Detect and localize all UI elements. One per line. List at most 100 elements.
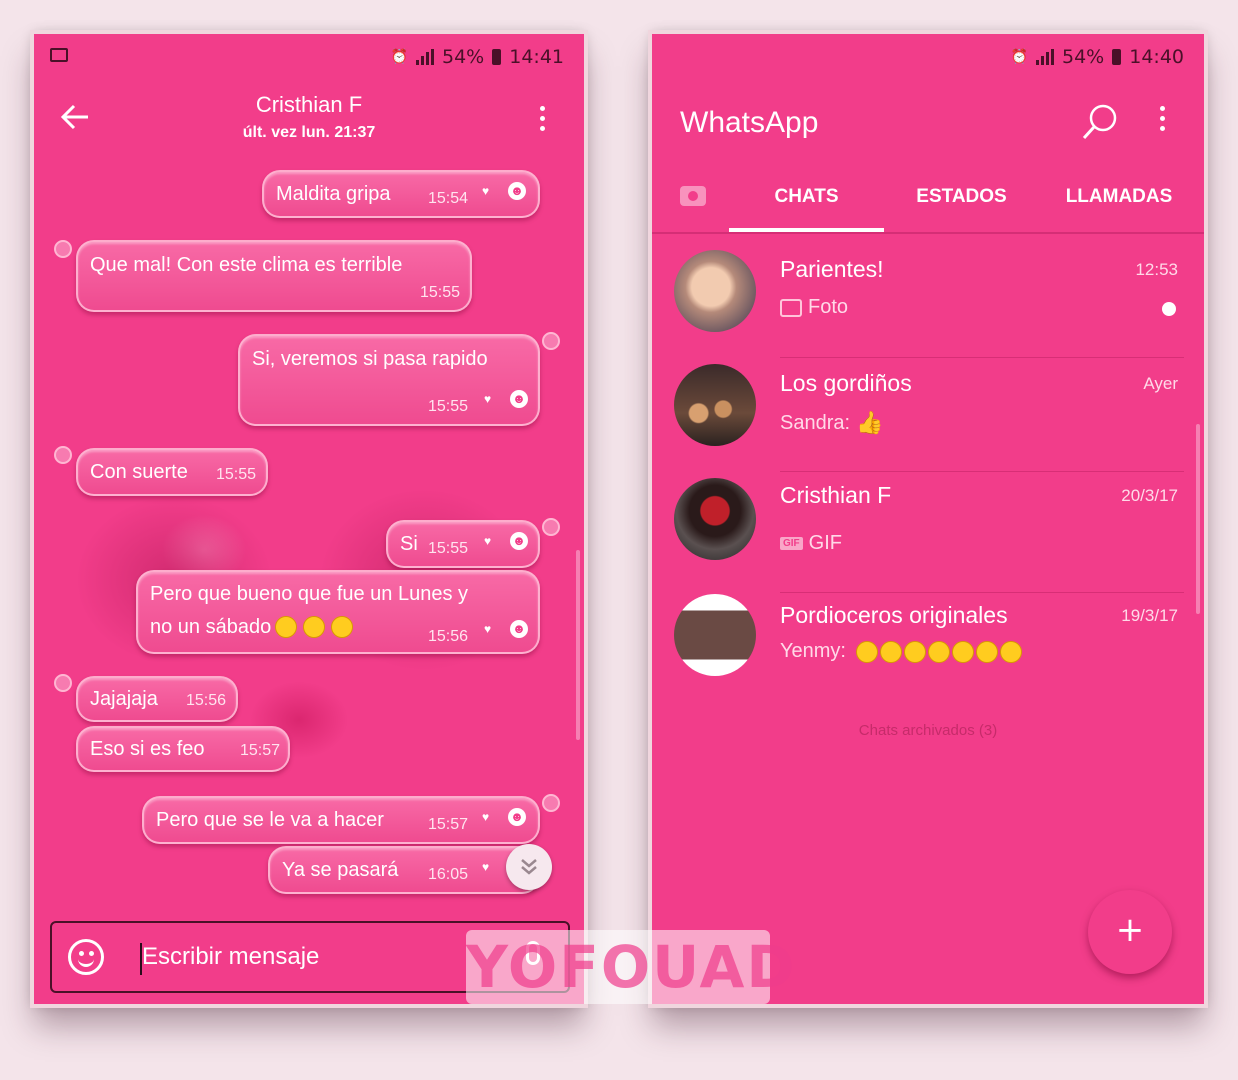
gif-icon: GIF (780, 537, 803, 550)
bubble-tail-dot (54, 240, 72, 258)
tab-estados[interactable]: ESTADOS (884, 186, 1039, 208)
last-seen: últ. vez lun. 21:37 (242, 124, 376, 141)
bubble-tail-dot (54, 674, 72, 692)
message-bubble-in[interactable]: Eso si es feo 15:57 (76, 726, 290, 772)
message-time: 15:56 (186, 692, 227, 709)
chat-time: 20/3/17 (1121, 486, 1178, 505)
signal-icon (1036, 49, 1054, 65)
status-bar: ⏰ 54% 14:41 (34, 34, 584, 80)
more-options-icon[interactable] (1160, 106, 1166, 131)
message-text: Que mal! Con este clima es terrible (90, 254, 403, 276)
rofl-emoji-icon (951, 640, 974, 663)
chat-preview: Foto (780, 296, 848, 319)
message-bubble-out[interactable]: Pero que bueno que fue un Lunes y no un … (136, 570, 540, 654)
message-time: 16:05 (428, 866, 469, 883)
battery-percent: 54% (442, 46, 485, 68)
archived-chats-link[interactable]: Chats archivados (3) (652, 722, 1204, 739)
chat-list-item[interactable]: Pordioceros originales 19/3/17 Yenmy: (652, 594, 1204, 706)
bubble-tail-dot (542, 794, 560, 812)
grin-emoji-icon (903, 640, 926, 663)
message-bubble-in[interactable]: Que mal! Con este clima es terrible 15:5… (76, 240, 472, 312)
message-bubble-out[interactable]: Maldita gripa 15:54 ♥ ☻ (262, 170, 540, 218)
grin-emoji-icon (855, 640, 878, 663)
battery-icon (1112, 49, 1122, 65)
bubble-tail-dot (542, 518, 560, 536)
tab-chats[interactable]: CHATS (729, 186, 884, 208)
divider (652, 232, 1204, 234)
smiley-icon: ☻ (508, 182, 526, 200)
divider (780, 357, 1184, 358)
status-time: 14:41 (509, 46, 564, 68)
chat-name: Cristhian F (780, 482, 892, 508)
battery-icon (492, 49, 502, 65)
grin-emoji-icon (879, 640, 902, 663)
tab-llamadas[interactable]: LLAMADAS (1039, 186, 1199, 208)
chat-screen: ⏰ 54% 14:41 Cristhian F últ. vez lun. 21… (34, 34, 584, 1004)
laughing-emoji-icon (303, 616, 326, 638)
message-bubble-out[interactable]: Ya se pasará 16:05 ♥ (268, 846, 540, 894)
chat-time: 12:53 (1135, 260, 1178, 279)
contact-name[interactable]: Cristhian F (34, 92, 584, 118)
chat-list-screen: ⏰ 54% 14:40 WhatsApp CHATS ESTADOS LLAMA… (652, 34, 1204, 1004)
scrollbar[interactable] (1196, 424, 1200, 614)
message-bubble-in[interactable]: Jajajaja 15:56 (76, 676, 238, 722)
watermark-logo: YOFOUAD (466, 930, 795, 1004)
emoji-row (855, 640, 1024, 663)
message-time: 15:55 (419, 284, 460, 301)
alarm-icon: ⏰ (390, 49, 408, 65)
more-options-icon[interactable] (540, 106, 546, 131)
avatar (674, 364, 756, 446)
read-ticks-icon: ♥ (482, 810, 490, 824)
chat-preview-text: Foto (808, 296, 849, 318)
message-bubble-in[interactable]: Con suerte 15:55 (76, 448, 268, 496)
chat-preview: GIF GIF (780, 532, 842, 555)
search-icon[interactable] (1080, 102, 1120, 142)
battery-percent: 54% (1062, 46, 1105, 68)
chat-header: Cristhian F últ. vez lun. 21:37 (34, 80, 584, 160)
message-time: 15:55 (216, 466, 257, 483)
message-bubble-out[interactable]: Si, veremos si pasa rapido 15:55 ♥ ☻ (238, 334, 540, 426)
scroll-to-bottom-button[interactable] (506, 844, 552, 890)
smiley-icon: ☻ (510, 620, 528, 638)
message-text: Eso si es feo (90, 738, 205, 760)
message-bubble-out[interactable]: Pero que se le va a hacer 15:57 ♥ ☻ (142, 796, 540, 844)
bubble-tail-dot (542, 332, 560, 350)
message-input[interactable]: Escribir mensaje (142, 943, 319, 971)
message-bubble-out[interactable]: Si 15:55 ♥ ☻ (386, 520, 540, 568)
read-ticks-icon: ♥ (482, 184, 490, 198)
chat-time: 19/3/17 (1121, 606, 1178, 625)
read-ticks-icon: ♥ (484, 392, 492, 406)
signal-icon (416, 49, 434, 65)
message-list[interactable]: Maldita gripa 15:54 ♥ ☻ Que mal! Con est… (34, 160, 584, 1004)
scrollbar[interactable] (576, 550, 580, 740)
app-title: WhatsApp (680, 106, 819, 139)
chat-list-item[interactable]: Los gordiños Ayer Sandra: 👍 (652, 360, 1204, 472)
chat-name: Pordioceros originales (780, 602, 1008, 628)
status-time: 14:40 (1129, 46, 1184, 68)
divider (780, 592, 1184, 593)
new-chat-button[interactable]: + (1088, 890, 1172, 974)
camera-icon[interactable] (680, 186, 706, 206)
thumbs-up-icon: 👍 (856, 410, 884, 435)
avatar (674, 250, 756, 332)
chat-preview-text: Sandra: (780, 411, 851, 434)
chat-name: Parientes! (780, 256, 884, 282)
smiley-icon: ☻ (510, 390, 528, 408)
message-text: Ya se pasará (282, 859, 399, 881)
message-text: Pero que se le va a hacer (156, 809, 384, 831)
message-text: Si, veremos si pasa rapido (252, 348, 488, 370)
message-text: Con suerte (90, 461, 188, 483)
message-time: 15:56 (428, 628, 469, 645)
message-text: Pero que bueno que fue un Lunes y (150, 583, 469, 605)
chat-list-item[interactable]: Cristhian F 20/3/17 GIF GIF (652, 474, 1204, 593)
chat-list-item[interactable]: Parientes! 12:53 Foto (652, 246, 1204, 358)
emoji-icon[interactable] (68, 939, 104, 975)
message-text: Maldita gripa (276, 183, 391, 205)
status-bar: ⏰ 54% 14:40 (652, 34, 1204, 80)
chat-preview-text: GIF (808, 532, 843, 554)
rofl-emoji-icon (975, 640, 998, 663)
read-ticks-icon: ♥ (484, 622, 492, 636)
double-chevron-down-icon (521, 859, 537, 875)
divider (780, 471, 1184, 472)
chat-preview: Yenmy: (780, 640, 1024, 663)
